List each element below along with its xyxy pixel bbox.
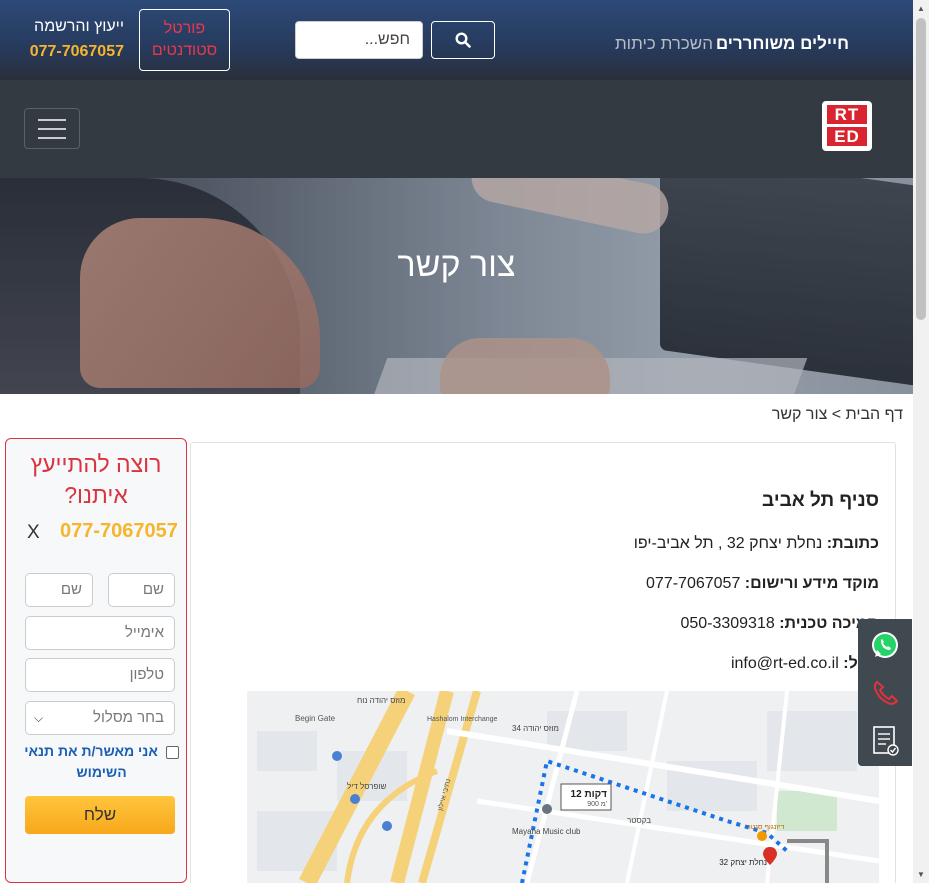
page: חיילים משוחררים השכרת כיתות פורטל סטודנט… bbox=[0, 0, 929, 883]
close-form-button[interactable]: X bbox=[27, 522, 40, 544]
consult-label: ייעוץ והרשמה bbox=[34, 18, 124, 35]
breadcrumb-separator: > bbox=[831, 406, 842, 423]
page-title: צור קשר bbox=[397, 246, 516, 284]
map-label: מוזס יהודה נוח bbox=[357, 696, 405, 705]
hamburger-icon-line bbox=[38, 127, 66, 130]
map-label: מוזס יהודה 34 bbox=[512, 724, 559, 733]
map-label: בקסטר bbox=[627, 816, 651, 825]
lead-form: רוצה להתייעץ איתנו? 077-7067057 X שם משו… bbox=[5, 438, 187, 883]
top-header: חיילים משוחררים השכרת כיתות פורטל סטודנט… bbox=[0, 0, 913, 80]
consult-phone-link[interactable]: 077-7067057 bbox=[24, 43, 124, 61]
submit-button[interactable]: שלח bbox=[25, 796, 175, 834]
nav-soldiers-link[interactable]: חיילים משוחררים bbox=[716, 34, 849, 54]
form-title: רוצה להתייעץ איתנו? bbox=[30, 451, 162, 508]
menu-toggle-button[interactable] bbox=[24, 108, 80, 149]
map-label: דיזנגוף סנטר bbox=[747, 824, 785, 831]
map-label: שופרסל דיל bbox=[347, 782, 386, 791]
last-name-field[interactable]: שם פרט bbox=[25, 573, 93, 630]
breadcrumb: דף הבית > צור קשר bbox=[772, 406, 903, 424]
map-label: Hashalom Interchange bbox=[427, 716, 498, 723]
form-phone-link[interactable]: 077-7067057 bbox=[60, 520, 178, 543]
scroll-down-arrow-icon[interactable]: ▼ bbox=[913, 866, 929, 883]
tech-support-phone[interactable]: 050-3309318 bbox=[680, 615, 774, 632]
phone-icon bbox=[873, 680, 899, 705]
first-name-field[interactable]: שם משו bbox=[108, 573, 175, 630]
track-select-value: בחר מסלול bbox=[93, 709, 164, 726]
whatsapp-button[interactable] bbox=[867, 627, 903, 663]
hero-overlay bbox=[0, 178, 913, 394]
chevron-down-icon: ⌵ bbox=[34, 711, 44, 725]
address-value: נחלת יצחק 32 , תל אביב-יפו bbox=[633, 535, 823, 552]
map-duration: 12 דקות bbox=[571, 789, 608, 800]
logo-text-bottom: ED bbox=[827, 127, 867, 146]
signup-form-button[interactable] bbox=[867, 723, 903, 759]
branch-title: סניף תל אביב bbox=[762, 490, 879, 511]
email-value[interactable]: info@rt-ed.co.il bbox=[731, 655, 839, 672]
call-button[interactable] bbox=[867, 675, 903, 711]
hero-banner bbox=[0, 178, 913, 394]
scroll-thumb[interactable] bbox=[916, 18, 926, 320]
student-portal-button[interactable]: פורטל סטודנטים bbox=[139, 9, 230, 71]
nav-rent-classes-link[interactable]: השכרת כיתות bbox=[615, 34, 713, 54]
hamburger-icon bbox=[38, 118, 66, 121]
site-logo[interactable]: RT ED bbox=[822, 101, 872, 151]
terms-agreement: אני מאשר/ת את תנאי השימוש bbox=[24, 741, 179, 783]
breadcrumb-home-link[interactable]: דף הבית bbox=[846, 406, 903, 423]
map-graphic: 12 דקות 900 מ' נחלת יצחק 32 מוזס יהודה 3… bbox=[247, 691, 879, 883]
page-scrollbar[interactable]: ▲ ▼ bbox=[913, 0, 929, 883]
scroll-up-arrow-icon[interactable]: ▲ bbox=[913, 0, 929, 17]
map-label: Mayana Music club bbox=[512, 827, 581, 836]
tech-support-line: תמיכה טכנית: 050-3309318 bbox=[680, 615, 879, 633]
map-distance: 900 מ' bbox=[587, 801, 607, 808]
breadcrumb-current: צור קשר bbox=[771, 406, 828, 423]
email-line: מייל: info@rt-ed.co.il bbox=[731, 655, 879, 673]
whatsapp-icon bbox=[872, 632, 898, 658]
floating-contact-widget bbox=[858, 619, 912, 766]
email-field[interactable]: אימייל bbox=[25, 616, 175, 650]
terms-checkbox[interactable] bbox=[165, 745, 179, 759]
address-line: כתובת: נחלת יצחק 32 , תל אביב-יפו bbox=[634, 535, 879, 553]
search-button[interactable] bbox=[431, 21, 495, 59]
phone-field[interactable]: טלפון bbox=[25, 658, 175, 692]
track-select[interactable]: בחר מסלול ⌵ bbox=[25, 701, 175, 735]
hamburger-icon-line bbox=[38, 136, 66, 139]
location-map[interactable]: 12 דקות 900 מ' נחלת יצחק 32 מוזס יהודה 3… bbox=[247, 691, 879, 883]
main-navbar bbox=[0, 80, 913, 178]
info-center-phone[interactable]: 077-7067057 bbox=[646, 575, 740, 592]
info-center-line: מוקד מידע ורישום: 077-7067057 bbox=[646, 575, 879, 593]
map-label: Begin Gate bbox=[295, 714, 336, 723]
search-input[interactable] bbox=[295, 21, 423, 59]
map-pin-label: נחלת יצחק 32 bbox=[719, 858, 767, 867]
info-center-label: מוקד מידע ורישום: bbox=[744, 575, 879, 592]
checklist-icon bbox=[873, 726, 899, 756]
address-label: כתובת: bbox=[826, 535, 879, 552]
terms-link[interactable]: אני מאשר/ת את תנאי השימוש bbox=[24, 743, 158, 780]
search-icon bbox=[455, 32, 471, 48]
logo-text-top: RT bbox=[827, 105, 867, 124]
